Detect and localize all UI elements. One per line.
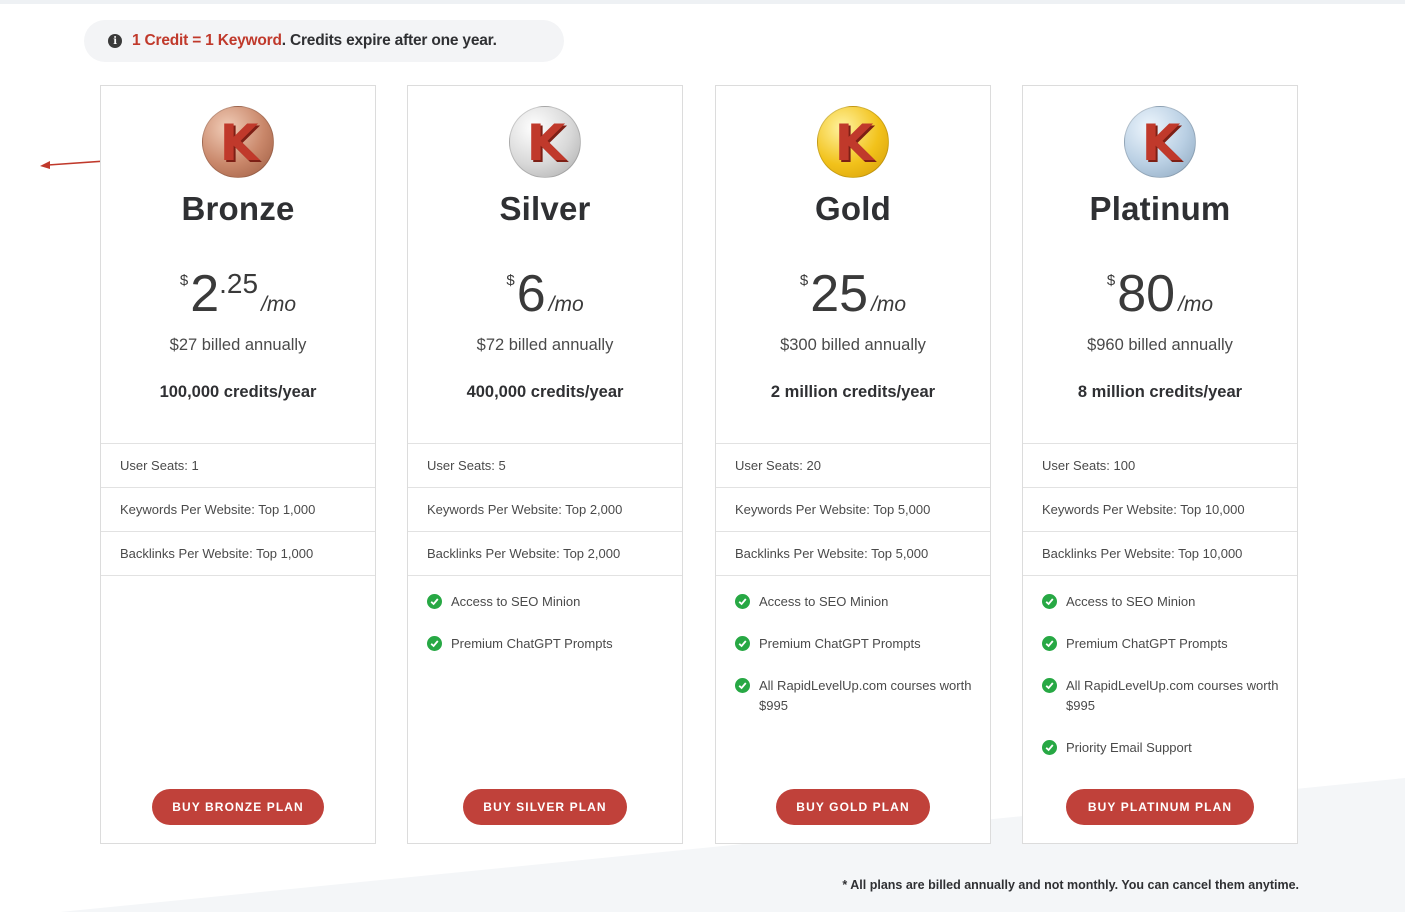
feature-list xyxy=(101,576,375,592)
check-circle-icon xyxy=(735,678,750,693)
check-circle-icon xyxy=(1042,740,1057,755)
feature-item: Access to SEO Minion xyxy=(735,592,976,612)
keywords-per-website: Keywords Per Website: Top 10,000 xyxy=(1023,488,1297,532)
feature-item: All RapidLevelUp.com courses worth $995 xyxy=(1042,676,1283,716)
feature-text: Premium ChatGPT Prompts xyxy=(451,636,613,651)
check-circle-icon xyxy=(1042,678,1057,693)
plan-card-bronze: K Bronze $2.25/mo $27 billed annually 10… xyxy=(100,85,376,844)
feature-text: All RapidLevelUp.com courses worth $995 xyxy=(1066,678,1279,713)
price-period: /mo xyxy=(871,293,907,316)
feature-item: Access to SEO Minion xyxy=(427,592,668,612)
feature-text: Access to SEO Minion xyxy=(759,594,889,609)
price-currency: $ xyxy=(506,272,515,289)
price-decimal: .25 xyxy=(219,268,259,299)
credits-per-year: 2 million credits/year xyxy=(770,383,936,401)
plan-name: Bronze xyxy=(181,190,295,227)
price-period: /mo xyxy=(261,293,297,316)
check-circle-icon xyxy=(1042,636,1057,651)
feature-text: All RapidLevelUp.com courses worth $995 xyxy=(759,678,972,713)
plan-name: Gold xyxy=(815,190,891,227)
buy-bronze-plan-button[interactable]: BUY BRONZE PLAN xyxy=(152,789,324,825)
plan-name: Silver xyxy=(499,190,591,227)
plan-header: K Silver $6/mo $72 billed annually 400,0… xyxy=(408,86,682,444)
notice-text: . Credits expire after one year. xyxy=(281,32,497,49)
feature-text: Access to SEO Minion xyxy=(1066,594,1196,609)
buy-silver-plan-button[interactable]: BUY SILVER PLAN xyxy=(463,789,627,825)
check-circle-icon xyxy=(427,594,442,609)
user-seats: User Seats: 100 xyxy=(1023,444,1297,488)
user-seats: User Seats: 20 xyxy=(716,444,990,488)
check-circle-icon xyxy=(427,636,442,651)
feature-item: Priority Email Support xyxy=(1042,738,1283,758)
price-currency: $ xyxy=(179,272,189,289)
backlinks-per-website: Backlinks Per Website: Top 10,000 xyxy=(1023,532,1297,576)
buy-platinum-plan-button[interactable]: BUY PLATINUM PLAN xyxy=(1066,789,1254,825)
billing-footnote: * All plans are billed annually and not … xyxy=(842,878,1299,892)
feature-item: Premium ChatGPT Prompts xyxy=(427,634,668,654)
plan-card-silver: K Silver $6/mo $72 billed annually 400,0… xyxy=(407,85,683,844)
feature-list: Access to SEO Minion Premium ChatGPT Pro… xyxy=(408,576,682,654)
credit-notice: i 1 Credit = 1 Keyword. Credits expire a… xyxy=(84,20,564,62)
feature-list: Access to SEO Minion Premium ChatGPT Pro… xyxy=(716,576,990,716)
feature-item: Access to SEO Minion xyxy=(1042,592,1283,612)
feature-item: Premium ChatGPT Prompts xyxy=(1042,634,1283,654)
price-period: /mo xyxy=(1178,293,1214,316)
feature-list: Access to SEO Minion Premium ChatGPT Pro… xyxy=(1023,576,1297,758)
plan-header: K Gold $25/mo $300 billed annually 2 mil… xyxy=(716,86,990,444)
feature-item: Premium ChatGPT Prompts xyxy=(735,634,976,654)
plan-price: $6/mo xyxy=(408,264,682,324)
price-period: /mo xyxy=(548,293,584,316)
info-icon: i xyxy=(108,34,122,48)
price-amount: 6 xyxy=(516,265,546,323)
k-coin-icon: K xyxy=(1124,106,1196,178)
user-seats: User Seats: 5 xyxy=(408,444,682,488)
notice-highlight: 1 Credit = 1 Keyword xyxy=(132,32,282,49)
price-currency: $ xyxy=(1106,272,1116,289)
price-amount: 80 xyxy=(1117,265,1176,323)
price-amount: 25 xyxy=(810,265,869,323)
price-amount: 2 xyxy=(190,265,220,323)
backlinks-per-website: Backlinks Per Website: Top 2,000 xyxy=(408,532,682,576)
user-seats: User Seats: 1 xyxy=(101,444,375,488)
plan-header: K Bronze $2.25/mo $27 billed annually 10… xyxy=(101,86,375,444)
plan-price: $2.25/mo xyxy=(101,264,375,324)
billed-annually: $300 billed annually xyxy=(780,336,926,354)
k-coin-icon: K xyxy=(509,106,581,178)
plan-card-gold: K Gold $25/mo $300 billed annually 2 mil… xyxy=(715,85,991,844)
billed-annually: $72 billed annually xyxy=(476,336,614,354)
plan-price: $25/mo xyxy=(716,264,990,324)
backlinks-per-website: Backlinks Per Website: Top 5,000 xyxy=(716,532,990,576)
check-circle-icon xyxy=(1042,594,1057,609)
plan-price: $80/mo xyxy=(1023,264,1297,324)
k-coin-icon: K xyxy=(202,106,274,178)
credits-per-year: 400,000 credits/year xyxy=(466,383,624,401)
feature-item: All RapidLevelUp.com courses worth $995 xyxy=(735,676,976,716)
keywords-per-website: Keywords Per Website: Top 2,000 xyxy=(408,488,682,532)
plan-card-platinum: K Platinum $80/mo $960 billed annually 8… xyxy=(1022,85,1298,844)
billed-annually: $27 billed annually xyxy=(169,336,307,354)
check-circle-icon xyxy=(735,636,750,651)
feature-text: Access to SEO Minion xyxy=(451,594,581,609)
feature-text: Priority Email Support xyxy=(1066,740,1192,755)
keywords-per-website: Keywords Per Website: Top 5,000 xyxy=(716,488,990,532)
plan-name: Platinum xyxy=(1089,190,1231,227)
price-currency: $ xyxy=(799,272,809,289)
feature-text: Premium ChatGPT Prompts xyxy=(759,636,921,651)
feature-text: Premium ChatGPT Prompts xyxy=(1066,636,1228,651)
credits-per-year: 100,000 credits/year xyxy=(159,383,317,401)
keywords-per-website: Keywords Per Website: Top 1,000 xyxy=(101,488,375,532)
backlinks-per-website: Backlinks Per Website: Top 1,000 xyxy=(101,532,375,576)
buy-gold-plan-button[interactable]: BUY GOLD PLAN xyxy=(776,789,930,825)
billed-annually: $960 billed annually xyxy=(1087,336,1233,354)
plan-header: K Platinum $80/mo $960 billed annually 8… xyxy=(1023,86,1297,444)
check-circle-icon xyxy=(735,594,750,609)
credits-per-year: 8 million credits/year xyxy=(1077,383,1243,401)
k-coin-icon: K xyxy=(817,106,889,178)
